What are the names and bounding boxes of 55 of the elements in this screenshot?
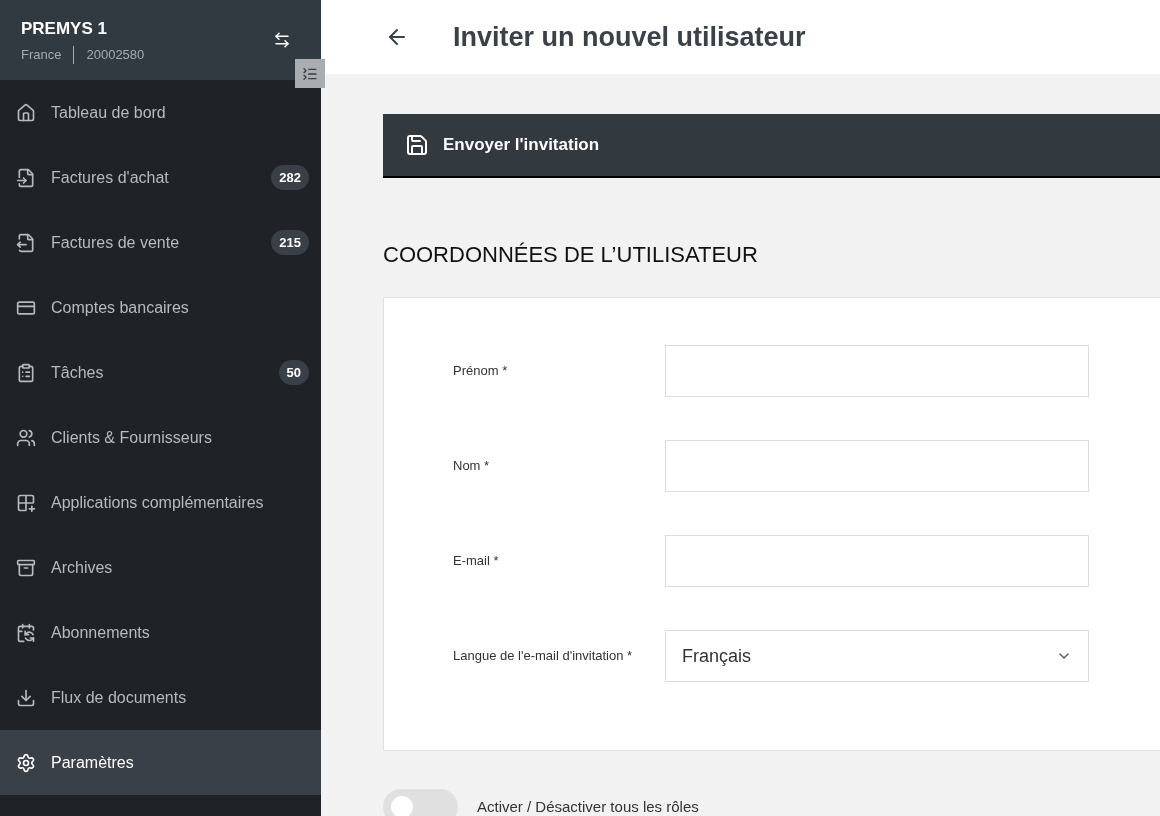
switch-company-button[interactable] (273, 31, 291, 49)
nav-item[interactable]: Flux de documents (0, 665, 321, 730)
collapse-icon (302, 65, 318, 82)
count-badge: 282 (271, 164, 309, 191)
company-number: 20002580 (86, 46, 145, 64)
nav-label: Comptes bancaires (51, 297, 189, 318)
nav-label: Factures de vente (51, 232, 180, 253)
file-out-icon (16, 232, 36, 253)
field-label: Nom * (453, 457, 491, 476)
settings-icon (16, 752, 36, 773)
input-field[interactable] (665, 440, 1089, 492)
page-title: Inviter un nouvel utilisateur (453, 20, 806, 54)
nav-label: Factures d'achat (51, 167, 169, 188)
field-label: Prénom * (453, 362, 509, 381)
people-icon (16, 427, 36, 448)
input-field[interactable] (665, 535, 1089, 587)
nav-label: Applications complémentaires (51, 492, 264, 513)
nav-item[interactable]: Comptes bancaires (0, 275, 321, 340)
nav-item[interactable]: Paramètres (0, 730, 321, 795)
nav-item[interactable]: Abonnements (0, 600, 321, 665)
nav-item[interactable]: Tâches 50 (0, 340, 321, 405)
calendar-refresh-icon (16, 622, 36, 643)
count-badge: 50 (278, 359, 309, 386)
field-label: Langue de l'e-mail d'invitation * (453, 647, 634, 666)
nav-label: Abonnements (51, 622, 150, 643)
nav-item[interactable]: Factures d'achat 282 (0, 145, 321, 210)
roles-toggle[interactable] (383, 789, 458, 816)
toggle-label: Activer / Désactiver tous les rôles (477, 796, 699, 816)
house-icon (16, 102, 36, 123)
nav-item[interactable]: Archives (0, 535, 321, 600)
file-in-icon (16, 167, 36, 188)
save-icon (405, 133, 429, 157)
grid-plus-icon (16, 492, 36, 513)
section-heading: COORDONNÉES DE L’UTILISATEUR (383, 241, 759, 269)
nav-label: Archives (51, 557, 113, 578)
nav-label: Tâches (51, 362, 104, 383)
count-badge: 215 (271, 229, 309, 256)
nav-label: Tableau de bord (51, 102, 166, 123)
nav-label: Flux de documents (51, 687, 187, 708)
nav-label: Paramètres (51, 752, 134, 773)
tray-download-icon (16, 687, 36, 708)
company-country: France (21, 46, 62, 64)
nav-item[interactable]: Tableau de bord (0, 80, 321, 145)
field-label: E-mail * (453, 552, 500, 571)
language-select[interactable]: Français (665, 630, 1089, 682)
input-field[interactable] (665, 345, 1089, 397)
send-invitation-button[interactable]: Envoyer l'invitation (383, 114, 1160, 178)
nav-label: Clients & Fournisseurs (51, 427, 212, 448)
nav-item[interactable]: Factures de vente 215 (0, 210, 321, 275)
nav-item[interactable]: Applications complémentaires (0, 470, 321, 535)
archive-icon (16, 557, 36, 578)
company-name: PREMYS 1 (21, 17, 108, 40)
clipboard-icon (16, 362, 36, 383)
collapse-sidebar-button[interactable] (295, 59, 325, 88)
nav-item[interactable]: Clients & Fournisseurs (0, 405, 321, 470)
